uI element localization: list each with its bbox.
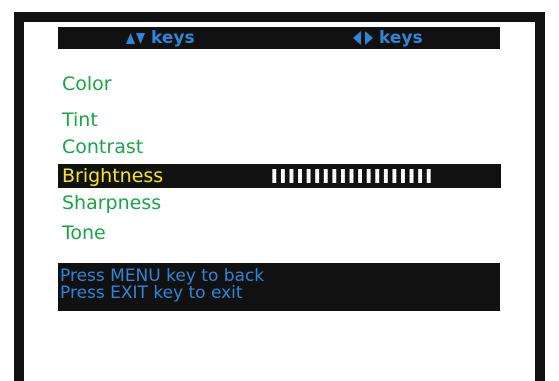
brightness-level-segment [358, 169, 363, 183]
brightness-level-segment [375, 169, 380, 183]
brightness-level-meter[interactable] [270, 169, 433, 183]
help-line-exit: Press EXIT key to exit [60, 283, 243, 303]
menu-item-tint[interactable]: Tint [62, 107, 98, 133]
brightness-level-bars [272, 169, 431, 183]
brightness-level-segment [349, 169, 354, 183]
brightness-level-segment [340, 169, 345, 183]
brightness-level-segment [392, 169, 397, 183]
brightness-level-segment [298, 169, 302, 183]
left-right-keys-hint: keys [352, 27, 423, 49]
brightness-level-segment [272, 169, 277, 183]
menu-item-brightness[interactable]: Brightness [58, 164, 501, 188]
brightness-level-segment [289, 169, 294, 183]
brightness-level-segment [426, 169, 431, 183]
brightness-level-segment [280, 169, 285, 183]
menu-item-contrast[interactable]: Contrast [62, 134, 143, 160]
brightness-level-segment [323, 169, 328, 183]
help-box: Press MENU key to back Press EXIT key to… [58, 263, 500, 311]
brightness-level-segment [409, 169, 414, 183]
menu-item-color[interactable]: Color [62, 71, 112, 97]
brightness-level-segment [366, 169, 371, 183]
brightness-level-segment [315, 169, 320, 183]
brightness-level-segment [418, 169, 423, 183]
key-hints-bar: keys keys [58, 27, 500, 49]
brightness-level-segment [383, 169, 388, 183]
brightness-level-segment [332, 169, 337, 183]
brightness-level-segment [401, 169, 405, 183]
up-down-keys-hint: keys [126, 27, 195, 49]
menu-item-sharpness[interactable]: Sharpness [62, 190, 161, 216]
up-down-keys-label: keys [151, 28, 195, 48]
menu-item-tone[interactable]: Tone [62, 220, 106, 246]
left-right-arrows-icon [352, 30, 374, 46]
brightness-level-segment [306, 169, 311, 183]
up-down-arrows-icon [126, 31, 146, 45]
left-right-keys-label: keys [379, 28, 423, 48]
menu-item-brightness-label: Brightness [62, 165, 164, 187]
